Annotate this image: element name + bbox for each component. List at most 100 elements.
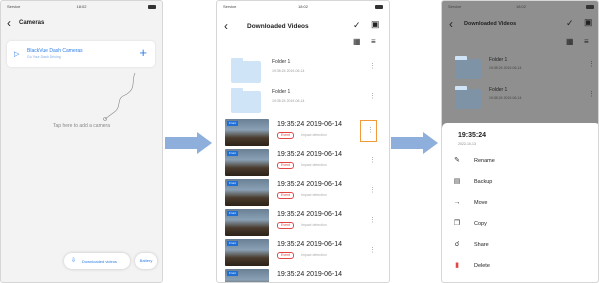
carrier-label: Service — [223, 4, 237, 9]
event-detail: Impact detection — [301, 223, 327, 227]
back-icon[interactable]: ‹ — [224, 20, 228, 32]
filter-icon[interactable]: ≡ — [371, 37, 376, 46]
downloaded-videos-screen: Service 18:02 ‹ Downloaded Videos ✓ ▣ ▦ … — [216, 0, 390, 283]
status-bar: Service 18:02 — [7, 4, 156, 12]
camera-icon[interactable]: ▣ — [584, 18, 593, 27]
list-item[interactable]: Folder 1 19:35:24 2019-06-14 ⋮ — [217, 85, 389, 117]
carrier-label: Service — [448, 4, 462, 9]
video-item[interactable]: Front 19:35:24 2019-06-14 Event Impact d… — [217, 238, 389, 268]
downloaded-videos-button[interactable]: ⇩ Downloaded videos — [64, 253, 130, 269]
event-detail: Impact detection — [301, 253, 327, 257]
more-icon[interactable]: ⋮ — [369, 187, 376, 194]
battery-icon — [586, 5, 594, 9]
menu-item-delete[interactable]: ▮ Delete — [452, 261, 592, 273]
video-thumbnail: Front — [225, 209, 269, 236]
more-icon[interactable]: ⋮ — [369, 247, 376, 254]
back-icon[interactable]: ‹ — [7, 17, 11, 29]
folder-icon — [455, 56, 481, 79]
camera-card[interactable]: ▷ BlackVue Dash Cameras Go Your Dash Dri… — [7, 41, 155, 67]
copy-icon: ❐ — [453, 220, 461, 227]
menu-item-move[interactable]: → Move — [452, 198, 592, 210]
camera-tag: Front — [227, 151, 239, 156]
folder-icon — [455, 86, 481, 109]
folder-icon — [231, 58, 261, 83]
list-item[interactable]: Folder 1 19:35:24 2019-06-14 ⋮ — [442, 83, 598, 111]
status-time: 18:02 — [515, 4, 527, 9]
camera-tag: Front — [227, 271, 239, 276]
video-timestamp: 19:35:24 2019-06-14 — [277, 241, 342, 248]
add-camera-button[interactable]: + — [139, 46, 147, 59]
camera-tag: Front — [227, 211, 239, 216]
add-camera-hint[interactable]: Tap here to add a camera — [1, 123, 162, 129]
video-timestamp: 19:35:24 2019-06-14 — [277, 151, 342, 158]
back-icon[interactable]: ‹ — [449, 18, 453, 30]
more-icon[interactable]: ⋮ — [369, 93, 376, 100]
video-thumbnail: Front — [225, 269, 269, 282]
event-badge: Event — [277, 192, 294, 199]
event-detail: Impact detection — [301, 133, 327, 137]
flow-arrow-icon — [165, 132, 212, 154]
more-icon[interactable]: ⋮ — [369, 63, 376, 70]
arrow-right-icon: → — [453, 199, 461, 206]
options-sheet: 19:35:24 2022-10-13 ✎ Rename ▤ Backup → … — [442, 123, 598, 282]
event-badge: Event — [277, 252, 294, 259]
backup-icon: ▤ — [453, 178, 461, 185]
share-icon: ☌ — [454, 241, 460, 248]
folder-icon — [231, 88, 261, 113]
highlight-box — [360, 120, 377, 142]
calendar-icon[interactable]: ▦ — [353, 37, 361, 46]
video-item[interactable]: Front 19:35:24 2019-06-14 — [217, 268, 389, 282]
page-title: Cameras — [19, 20, 45, 26]
camera-name: BlackVue Dash Cameras — [27, 48, 83, 54]
folder-name: Folder 1 — [489, 87, 508, 93]
status-time: 18:02 — [76, 4, 87, 9]
video-options-screen: Service 18:02 ‹ Downloaded Videos ✓ ▣ ▦ … — [441, 0, 599, 283]
video-thumbnail: Front — [225, 239, 269, 266]
camera-icon[interactable]: ▣ — [371, 20, 380, 29]
calendar-icon[interactable]: ▦ — [566, 37, 574, 46]
folder-date: 19:35:24 2019-06-14 — [489, 96, 522, 100]
event-badge: Event — [277, 162, 294, 169]
list-item[interactable]: Folder 1 19:35:24 2019-06-14 ⋮ — [442, 53, 598, 81]
carrier-label: Service — [7, 4, 21, 9]
check-icon[interactable]: ✓ — [353, 21, 361, 30]
more-icon[interactable]: ⋮ — [588, 91, 595, 98]
more-icon[interactable]: ⋮ — [369, 157, 376, 164]
event-badge: Event — [277, 222, 294, 229]
menu-item-rename[interactable]: ✎ Rename — [452, 156, 592, 168]
video-item[interactable]: Front 19:35:24 2019-06-14 Event Impact d… — [217, 178, 389, 208]
video-item[interactable]: Front 19:35:24 2019-06-14 Event Impact d… — [217, 208, 389, 238]
sheet-date: 2022-10-13 — [458, 142, 476, 146]
status-time: 18:02 — [297, 4, 309, 9]
video-item[interactable]: Front 19:35:24 2019-06-14 Event Impact d… — [217, 148, 389, 178]
list-item[interactable]: Folder 1 19:35:24 2019-06-14 ⋮ — [217, 53, 389, 85]
more-icon[interactable]: ⋮ — [369, 217, 376, 224]
camera-subtitle: Go Your Dash Driving — [27, 55, 61, 59]
trash-icon: ▮ — [455, 262, 459, 269]
folder-date: 19:35:24 2019-06-14 — [272, 99, 305, 103]
video-thumbnail: Front — [225, 119, 269, 146]
menu-item-copy[interactable]: ❐ Copy — [452, 219, 592, 231]
cameras-screen: Service 18:02 ‹ Cameras ▷ BlackVue Dash … — [0, 0, 163, 283]
menu-item-label: Copy — [474, 221, 487, 227]
menu-item-share[interactable]: ☌ Share — [452, 240, 592, 252]
download-icon: ⇩ — [71, 258, 77, 264]
camera-tag: Front — [227, 121, 239, 126]
check-icon[interactable]: ✓ — [566, 19, 574, 28]
video-thumbnail: Front — [225, 179, 269, 206]
event-detail: Impact detection — [301, 193, 327, 197]
flow-arrow-icon — [391, 132, 438, 154]
folder-name: Folder 1 — [272, 89, 291, 95]
decorative-curve — [103, 72, 136, 121]
video-timestamp: 19:35:24 2019-06-14 — [277, 211, 342, 218]
menu-item-backup[interactable]: ▤ Backup — [452, 177, 592, 189]
menu-item-label: Rename — [474, 158, 495, 164]
folder-name: Folder 1 — [489, 57, 508, 63]
folder-name: Folder 1 — [272, 59, 291, 65]
camera-icon: ▷ — [14, 51, 20, 58]
filter-icon[interactable]: ≡ — [584, 37, 589, 46]
folder-date: 19:35:24 2019-06-14 — [489, 66, 522, 70]
menu-item-label: Backup — [474, 179, 493, 185]
battery-button[interactable]: Battery — [135, 253, 157, 269]
more-icon[interactable]: ⋮ — [588, 61, 595, 68]
